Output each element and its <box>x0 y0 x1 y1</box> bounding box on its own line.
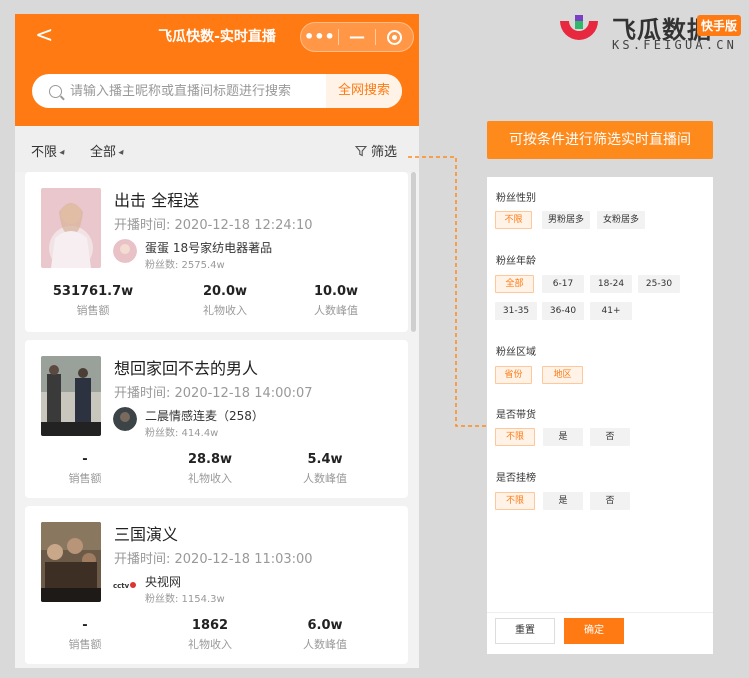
option-region-area[interactable]: 地区 <box>542 366 583 384</box>
option-age-6-17[interactable]: 6-17 <box>542 275 584 293</box>
option-ranking-any[interactable]: 不限 <box>495 492 535 510</box>
confirm-button[interactable]: 确定 <box>564 618 624 644</box>
panel-footer: 重置 确定 <box>487 612 713 654</box>
option-age-25-30[interactable]: 25-30 <box>638 275 680 293</box>
option-age-18-24[interactable]: 18-24 <box>590 275 632 293</box>
option-region-province[interactable]: 省份 <box>495 366 532 384</box>
option-ranking-yes[interactable]: 是 <box>543 492 583 510</box>
section-title-gender: 粉丝性别 <box>496 193 536 204</box>
option-age-41-plus[interactable]: 41+ <box>590 302 632 320</box>
reset-button[interactable]: 重置 <box>495 618 555 644</box>
option-age-all[interactable]: 全部 <box>495 275 534 293</box>
option-ranking-no[interactable]: 否 <box>590 492 630 510</box>
option-age-36-40[interactable]: 36-40 <box>542 302 584 320</box>
option-age-31-35[interactable]: 31-35 <box>495 302 537 320</box>
option-gender-female[interactable]: 女粉居多 <box>597 211 645 229</box>
section-title-ranking: 是否挂榜 <box>496 473 536 484</box>
option-gender-any[interactable]: 不限 <box>495 211 532 229</box>
filter-panel: 粉丝性别 不限 男粉居多 女粉居多 粉丝年龄 全部 6-17 18-24 25-… <box>487 177 713 654</box>
option-selling-any[interactable]: 不限 <box>495 428 535 446</box>
section-title-age: 粉丝年龄 <box>496 256 536 267</box>
option-selling-yes[interactable]: 是 <box>543 428 583 446</box>
section-title-selling: 是否带货 <box>496 410 536 421</box>
section-title-region: 粉丝区域 <box>496 347 536 358</box>
option-selling-no[interactable]: 否 <box>590 428 630 446</box>
option-gender-male[interactable]: 男粉居多 <box>542 211 590 229</box>
